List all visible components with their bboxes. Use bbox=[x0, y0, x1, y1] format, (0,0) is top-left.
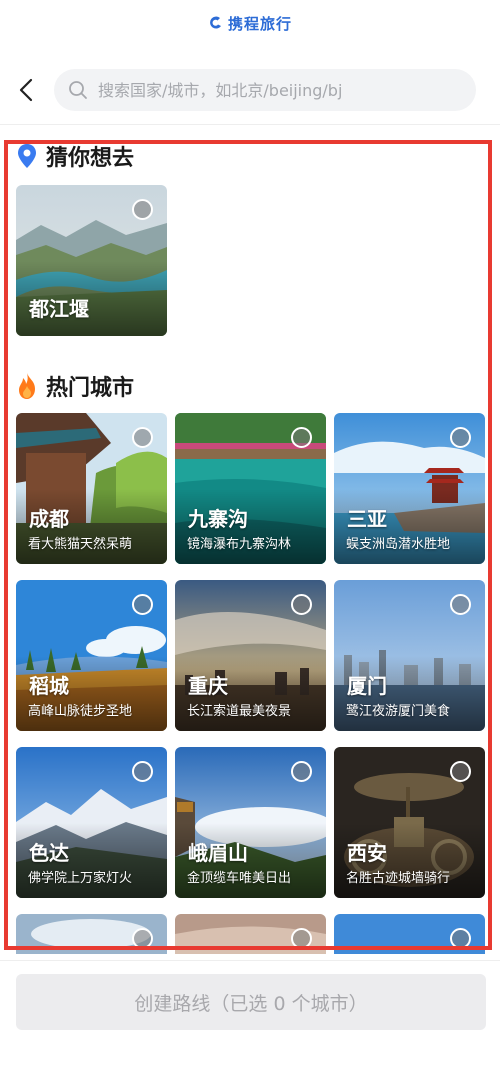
destination-tagline: 看大熊猫天然呆萌 bbox=[28, 537, 133, 552]
select-radio[interactable] bbox=[132, 199, 153, 220]
select-radio[interactable] bbox=[132, 427, 153, 448]
select-radio[interactable] bbox=[132, 761, 153, 782]
destination-card-more-3[interactable] bbox=[334, 914, 485, 954]
destination-card-more-1[interactable] bbox=[16, 914, 167, 954]
select-radio[interactable] bbox=[450, 761, 471, 782]
select-radio[interactable] bbox=[132, 928, 153, 949]
destination-card-sanya[interactable]: 三亚 蜈支洲岛潜水胜地 bbox=[334, 413, 485, 564]
search-row bbox=[0, 64, 500, 116]
destination-name: 厦门 bbox=[347, 674, 387, 698]
bottom-bar: 创建路线（已选 0 个城市） bbox=[0, 960, 500, 1084]
location-pin-icon bbox=[18, 144, 36, 168]
destination-card-chongqing[interactable]: 重庆 长江索道最美夜景 bbox=[175, 580, 326, 731]
destination-card-chengdu[interactable]: 成都 看大熊猫天然呆萌 bbox=[16, 413, 167, 564]
destination-name: 成都 bbox=[29, 507, 69, 531]
hot-section-title: 热门城市 bbox=[16, 370, 134, 402]
destination-name: 重庆 bbox=[188, 674, 228, 698]
search-icon bbox=[69, 81, 87, 99]
destination-tagline: 蜈支洲岛潜水胜地 bbox=[346, 537, 451, 552]
search-input[interactable] bbox=[96, 79, 460, 101]
header-divider bbox=[0, 124, 500, 125]
destination-card-jiuzhaigou[interactable]: 九寨沟 镜海瀑布九寨沟林 bbox=[175, 413, 326, 564]
brand-logo: 携程旅行 bbox=[208, 13, 292, 34]
destination-card-dujiangyan[interactable]: 都江堰 bbox=[16, 185, 167, 336]
back-button[interactable] bbox=[0, 64, 54, 116]
fire-icon bbox=[19, 373, 35, 399]
app-header: 携程旅行 bbox=[0, 0, 500, 46]
destination-list[interactable]: 猜你想去 都江堰 热门城市 成都 看大熊猫天然呆萌 九寨沟 镜海瀑布九寨沟林 三… bbox=[0, 130, 500, 954]
destination-name: 稻城 bbox=[29, 674, 69, 698]
destination-card-more-2[interactable] bbox=[175, 914, 326, 954]
destination-card-emeishan[interactable]: 峨眉山 金顶缆车唯美日出 bbox=[175, 747, 326, 898]
destination-tagline: 长江索道最美夜景 bbox=[187, 704, 292, 719]
destination-card-daocheng[interactable]: 稻城 高峰山脉徒步圣地 bbox=[16, 580, 167, 731]
destination-tagline: 佛学院上万家灯火 bbox=[28, 871, 133, 886]
destination-name: 都江堰 bbox=[29, 297, 89, 321]
destination-tagline: 名胜古迹城墙骑行 bbox=[346, 871, 451, 886]
destination-name: 西安 bbox=[347, 841, 387, 865]
destination-tagline: 高峰山脉徒步圣地 bbox=[28, 704, 133, 719]
select-radio[interactable] bbox=[291, 594, 312, 615]
destination-name: 色达 bbox=[29, 841, 69, 865]
back-arrow-icon bbox=[19, 78, 33, 102]
select-radio[interactable] bbox=[450, 928, 471, 949]
destination-tagline: 镜海瀑布九寨沟林 bbox=[187, 537, 292, 552]
select-radio[interactable] bbox=[291, 761, 312, 782]
search-box[interactable] bbox=[54, 69, 476, 111]
destination-card-xian[interactable]: 西安 名胜古迹城墙骑行 bbox=[334, 747, 485, 898]
guess-section-title: 猜你想去 bbox=[16, 140, 134, 172]
destination-name: 九寨沟 bbox=[188, 507, 248, 531]
destination-tagline: 金顶缆车唯美日出 bbox=[187, 871, 292, 886]
brand-text: 携程旅行 bbox=[227, 14, 292, 33]
select-radio[interactable] bbox=[132, 594, 153, 615]
select-radio[interactable] bbox=[291, 928, 312, 949]
create-route-button[interactable]: 创建路线（已选 0 个城市） bbox=[16, 974, 486, 1030]
select-radio[interactable] bbox=[450, 427, 471, 448]
select-radio[interactable] bbox=[450, 594, 471, 615]
ctrip-logo-icon bbox=[210, 16, 221, 29]
destination-name: 三亚 bbox=[347, 507, 387, 531]
destination-tagline: 鹭江夜游厦门美食 bbox=[346, 704, 451, 719]
destination-name: 峨眉山 bbox=[188, 841, 248, 865]
destination-card-seda[interactable]: 色达 佛学院上万家灯火 bbox=[16, 747, 167, 898]
select-radio[interactable] bbox=[291, 427, 312, 448]
destination-card-xiamen[interactable]: 厦门 鹭江夜游厦门美食 bbox=[334, 580, 485, 731]
